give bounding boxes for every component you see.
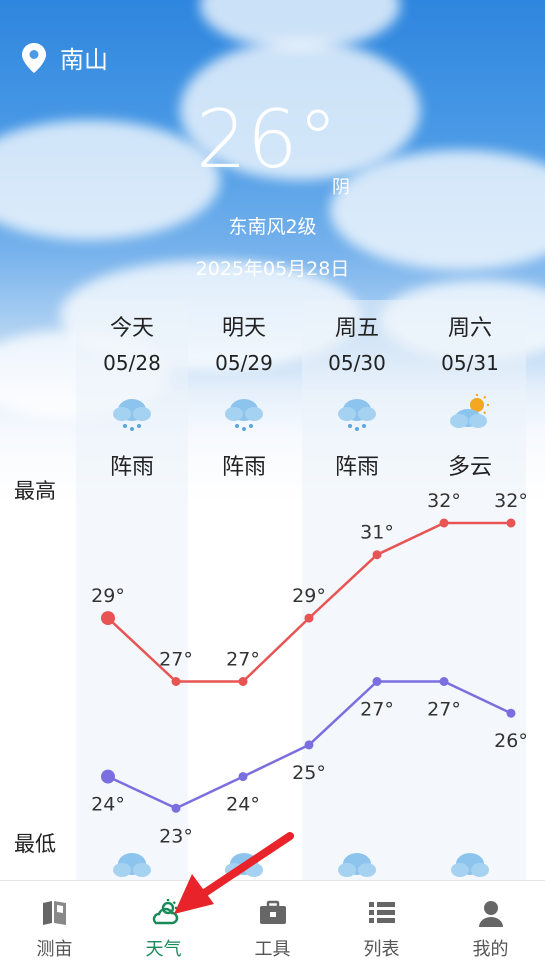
list-icon (368, 902, 395, 923)
low-temp-label: 25° (292, 762, 326, 784)
high-temp-label: 27° (159, 649, 193, 671)
low-temp-label: 27° (360, 699, 394, 721)
day-label: 明天 (221, 316, 266, 341)
high-temp-label: 32° (427, 490, 461, 512)
low-temp-label: 24° (226, 794, 260, 816)
location-pin-icon (22, 42, 46, 73)
high-temp-point (372, 550, 382, 560)
nav-item-profile[interactable]: 我的 (436, 881, 545, 971)
high-temp-label: 32° (494, 490, 528, 512)
high-temp-point (304, 613, 314, 623)
low-temp-label: 24° (91, 794, 125, 816)
nav-label: 列表 (363, 939, 400, 960)
low-temp-point (506, 708, 516, 718)
current-date: 2025年05月28日 (195, 258, 350, 280)
high-temp-label: 31° (360, 522, 394, 544)
high-temp-label: 27° (226, 649, 260, 671)
day-date: 05/30 (328, 351, 386, 375)
shower-cloud-icon (301, 848, 413, 882)
shower-cloud-icon (188, 394, 300, 432)
temperature-chart: 29°27° 27°29°31°32° 32°24°23°24°25°27° 27°2… (91, 490, 528, 847)
nav-label: 天气 (145, 939, 182, 960)
high-temp-label: 29° (91, 585, 125, 607)
high-temp-point (101, 611, 115, 626)
current-temperature: 26° (196, 93, 338, 186)
nav-item-list[interactable]: 列表 (327, 881, 436, 971)
low-temp-label: 27° (427, 699, 461, 721)
location-name: 南山 (60, 46, 108, 74)
annotation-arrow-icon (174, 832, 294, 914)
high-temp-point (238, 677, 248, 686)
low-temp-point (372, 677, 382, 686)
day-label: 周五 (334, 316, 379, 341)
nav-label: 我的 (472, 939, 509, 960)
day-date: 05/28 (103, 351, 161, 375)
nav-label: 工具 (254, 939, 291, 960)
profile-icon (478, 901, 503, 927)
high-temp-point (171, 677, 181, 686)
day-date: 05/29 (215, 351, 273, 375)
partly-cloudy-icon (414, 394, 526, 432)
high-temp-point (439, 518, 449, 528)
low-temp-point (439, 677, 449, 686)
day-label: 今天 (109, 316, 154, 341)
map-icon (42, 901, 66, 925)
shower-cloud-icon (414, 848, 526, 882)
wind-info: 东南风2级 (228, 216, 317, 238)
day-date: 05/31 (441, 351, 499, 375)
weather-content: 南山 26° 阴 东南风2级 2025年05月28日 今天 明天 周五 周六 0… (0, 0, 545, 880)
low-temp-point (304, 740, 314, 750)
location-row[interactable]: 南山 (22, 40, 108, 75)
low-temp-point (238, 772, 248, 782)
day-label: 周六 (447, 316, 492, 341)
low-temp-point (101, 769, 115, 784)
current-condition: 阴 (332, 177, 350, 198)
low-temp-label: 26° (494, 730, 528, 752)
low-temp-point (171, 803, 181, 813)
shower-cloud-icon (301, 394, 413, 432)
nav-item-measure[interactable]: 测亩 (0, 881, 109, 971)
shower-cloud-icon (76, 394, 188, 432)
high-temp-label: 29° (292, 585, 326, 607)
high-temp-point (506, 518, 516, 528)
nav-label: 测亩 (36, 939, 73, 960)
